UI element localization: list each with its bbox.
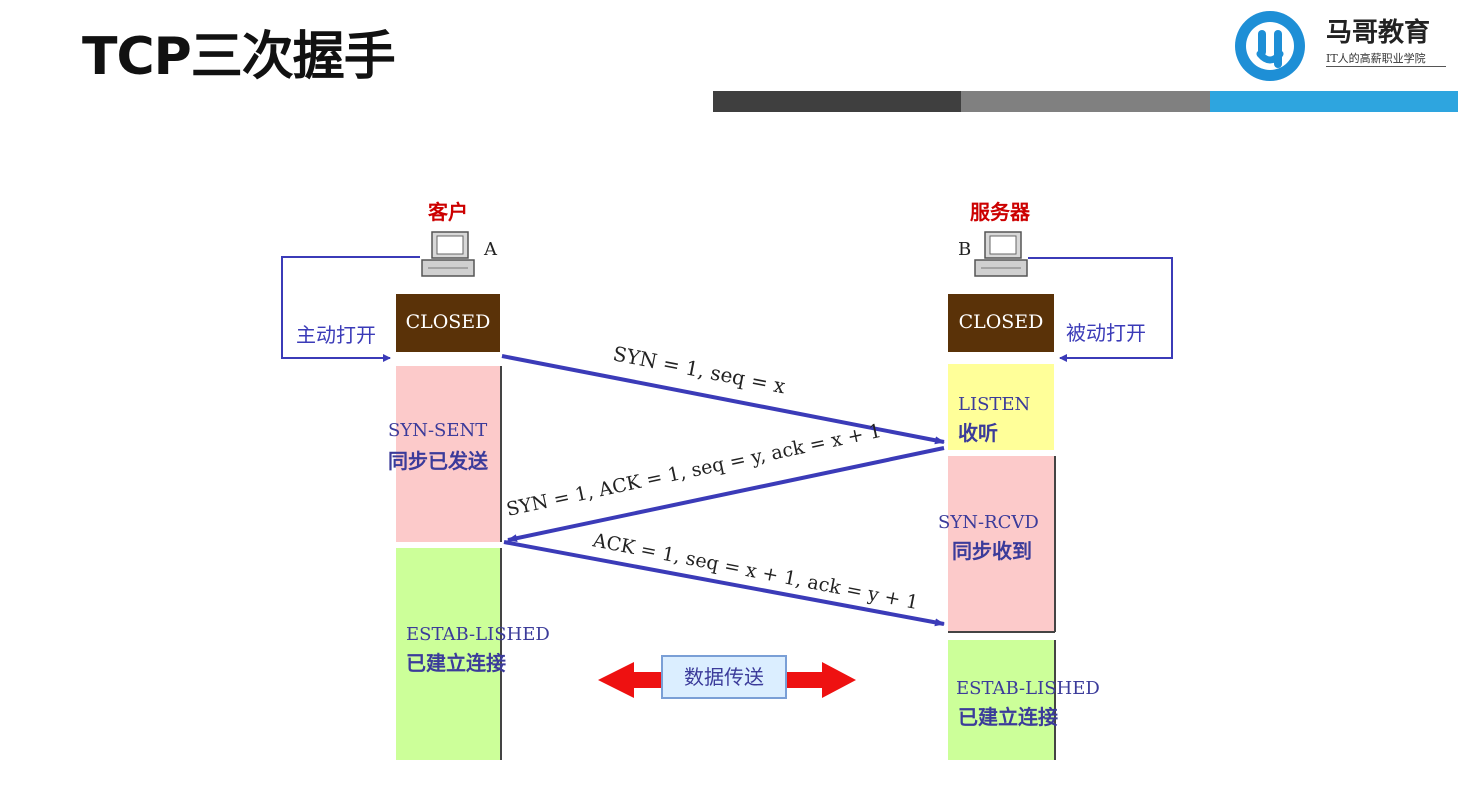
- server-syn-rcvd-label: SYN-RCVD: [938, 512, 1039, 533]
- client-computer-icon: [421, 231, 475, 277]
- logo-name: 马哥教育: [1326, 18, 1431, 48]
- client-established-label: ESTAB-LISHED: [406, 624, 550, 645]
- client-label: 客户: [427, 200, 468, 224]
- ack-message: ACK = 1, seq = x + 1, ack = y + 1: [590, 529, 920, 614]
- client-syn-sent-cn: 同步已发送: [388, 449, 489, 473]
- logo-slogan: IT人的高薪职业学院: [1326, 52, 1426, 65]
- server-established-box: [948, 640, 1054, 760]
- header-bar-gray: [961, 91, 1210, 112]
- client-closed-label: CLOSED: [406, 311, 491, 333]
- server-listen-cn: 收听: [958, 421, 998, 445]
- syn-message: SYN = 1, seq = x: [611, 341, 788, 398]
- logo: 马哥教育 IT人的高薪职业学院: [1230, 6, 1452, 86]
- data-transfer-label: 数据传送: [684, 665, 764, 689]
- syn-ack-message: SYN = 1, ACK = 1, seq = y, ack = x + 1: [504, 420, 883, 521]
- page-title: TCP三次握手: [82, 27, 396, 87]
- server-computer-icon: [974, 231, 1028, 277]
- client-established-cn: 已建立连接: [406, 651, 506, 675]
- server-syn-rcvd-cn: 同步收到: [952, 539, 1032, 563]
- header-bar-blue: [1209, 91, 1458, 112]
- server-closed-label: CLOSED: [959, 311, 1044, 333]
- server-label: 服务器: [970, 200, 1031, 224]
- server-established-cn: 已建立连接: [958, 705, 1058, 729]
- header-bar-dark: [713, 91, 962, 112]
- client-host-label: A: [483, 239, 498, 260]
- client-syn-sent-label: SYN-SENT: [388, 420, 487, 441]
- logo-underline: [1326, 66, 1446, 67]
- tcp-handshake-diagram: 客户 服务器 A B 主动打开 被动打开 CLOSED SYN-SENT 同步已…: [281, 200, 1173, 760]
- server-established-label: ESTAB-LISHED: [956, 678, 1100, 699]
- server-listen-label: LISTEN: [958, 394, 1030, 415]
- active-open-label: 主动打开: [296, 323, 376, 347]
- mage-logo-icon: [1235, 11, 1305, 81]
- header-bar: [713, 91, 1458, 112]
- server-host-label: B: [958, 239, 971, 260]
- passive-open-label: 被动打开: [1066, 321, 1146, 345]
